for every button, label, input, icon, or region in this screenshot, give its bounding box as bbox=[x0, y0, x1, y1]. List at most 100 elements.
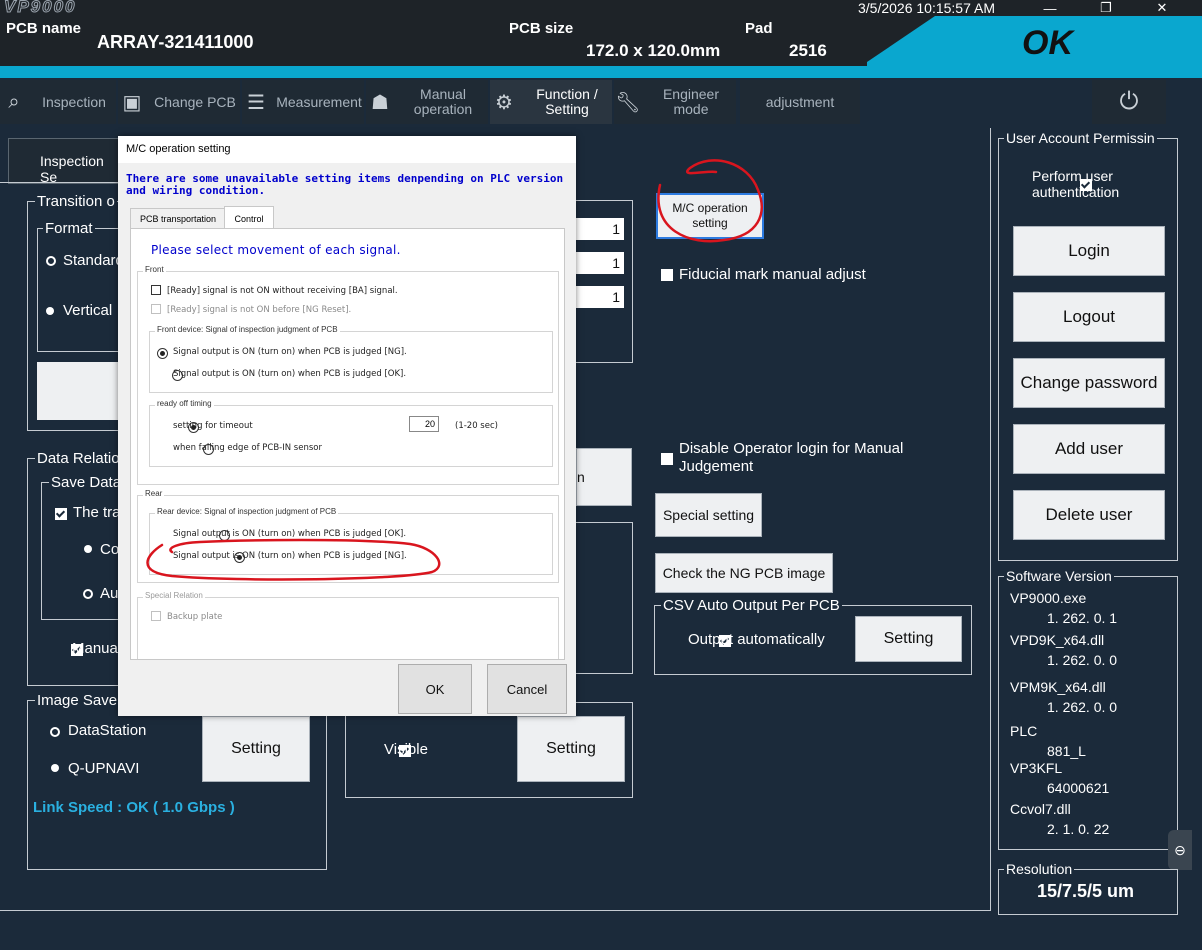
side-handle-icon[interactable]: ⊖ bbox=[1168, 830, 1192, 870]
delete-user-button[interactable]: Delete user bbox=[1013, 490, 1165, 540]
software-version-legend: Software Version bbox=[1004, 568, 1114, 584]
version-name: VP9000.exe bbox=[1010, 590, 1087, 606]
button-label: n bbox=[577, 469, 585, 485]
nav-measurement[interactable]: ☰ Measurement bbox=[242, 80, 364, 124]
timeout-input[interactable]: 20 bbox=[409, 416, 439, 432]
rear-device-label: Rear device: Signal of inspection judgme… bbox=[155, 507, 339, 516]
control-tab-panel: Please select movement of each signal. F… bbox=[130, 228, 565, 660]
pcb-size-value: 172.0 x 120.0mm bbox=[586, 41, 721, 60]
resolution-legend: Resolution bbox=[1004, 861, 1075, 877]
nav-label: Measurement bbox=[276, 93, 362, 110]
rear-device-group bbox=[149, 513, 553, 575]
data-relation-legend: Data Relatio bbox=[35, 450, 122, 467]
manual-label: Manua bbox=[72, 640, 118, 657]
nav-adjustment[interactable]: adjustment bbox=[740, 80, 860, 124]
nav-label: Engineer mode bbox=[662, 86, 720, 117]
gear-icon: ⚙ bbox=[495, 91, 513, 114]
version-value: 1. 262. 0. 1 bbox=[1047, 610, 1118, 626]
au-radio[interactable] bbox=[83, 589, 93, 599]
co-radio[interactable] bbox=[84, 545, 92, 553]
person-icon: ☗ bbox=[371, 91, 389, 114]
fiducial-checkbox[interactable] bbox=[661, 269, 673, 281]
version-value: 2. 1. 0. 22 bbox=[1047, 821, 1110, 837]
front-label: Front bbox=[143, 265, 166, 274]
power-button[interactable]: ⏻ bbox=[1092, 80, 1166, 124]
timeout-range: (1-20 sec) bbox=[455, 421, 498, 431]
csv-setting-button[interactable]: Setting bbox=[855, 616, 962, 662]
backup-plate-checkbox[interactable] bbox=[151, 611, 161, 621]
dialog-cancel-button[interactable]: Cancel bbox=[487, 664, 567, 714]
tab-pcb-transportation[interactable]: PCB transportation bbox=[130, 208, 226, 229]
image-save-setting-button[interactable]: Setting bbox=[202, 716, 310, 782]
image-save-legend: Image Save bbox=[35, 692, 120, 709]
visible-setting-button[interactable]: Setting bbox=[517, 716, 625, 782]
tab-label: Inspection Se bbox=[40, 153, 104, 185]
search-icon: ⌕ bbox=[8, 90, 20, 113]
rear-ok-label: Signal output is ON (turn on) when PCB i… bbox=[173, 529, 407, 539]
close-button[interactable]: ✕ bbox=[1138, 0, 1186, 16]
format-vertical-label: Vertical bbox=[63, 302, 113, 319]
logout-button[interactable]: Logout bbox=[1013, 292, 1165, 342]
mc-operation-setting-button[interactable]: M/C operation setting bbox=[656, 193, 764, 239]
format-legend: Format bbox=[43, 220, 95, 237]
front-ready-ba-label: [Ready] signal is not ON without receivi… bbox=[167, 286, 398, 296]
nav-function-setting[interactable]: ⚙ Function / Setting bbox=[490, 80, 612, 124]
nav-manual-operation[interactable]: ☗ Manual operation bbox=[366, 80, 488, 124]
rear-label: Rear bbox=[143, 489, 165, 498]
front-device-label: Front device: Signal of inspection judgm… bbox=[155, 325, 340, 334]
maximize-button[interactable]: ❐ bbox=[1082, 0, 1130, 16]
front-ng-radio[interactable] bbox=[157, 348, 168, 359]
tab-control[interactable]: Control bbox=[224, 206, 274, 230]
timeout-label: setting for timeout bbox=[173, 421, 253, 431]
version-name: VPD9K_x64.dll bbox=[1010, 632, 1105, 648]
change-password-button[interactable]: Change password bbox=[1013, 358, 1165, 408]
middle-panel-mid bbox=[576, 522, 633, 674]
disable-operator-checkbox[interactable] bbox=[661, 453, 673, 465]
version-value: 1. 262. 0. 0 bbox=[1047, 699, 1118, 715]
nav-change-pcb[interactable]: ▣ Change PCB bbox=[118, 80, 240, 124]
transition-legend: Transition o bbox=[35, 193, 117, 210]
dialog-ok-button[interactable]: OK bbox=[398, 664, 472, 714]
front-ng-label: Signal output is ON (turn on) when PCB i… bbox=[173, 347, 407, 357]
the-tra-label: The tra bbox=[73, 504, 121, 521]
version-value: 1. 262. 0. 0 bbox=[1047, 652, 1118, 668]
transition-button[interactable] bbox=[37, 362, 119, 420]
format-standard-radio[interactable] bbox=[46, 256, 56, 266]
pcb-name-label: PCB name bbox=[6, 20, 82, 37]
add-user-button[interactable]: Add user bbox=[1013, 424, 1165, 474]
rear-ng-label: Signal output is ON (turn on) when PCB i… bbox=[173, 551, 407, 561]
power-icon: ⏻ bbox=[1119, 88, 1139, 115]
tab-inspection-setting[interactable]: Inspection Se bbox=[8, 138, 122, 185]
front-ready-ba-checkbox[interactable] bbox=[151, 285, 161, 295]
format-vertical-radio[interactable] bbox=[46, 307, 54, 315]
front-ready-ng-checkbox[interactable] bbox=[151, 304, 161, 314]
special-relation-label: Special Relation bbox=[143, 591, 205, 600]
special-setting-button[interactable]: Special setting bbox=[655, 493, 762, 537]
number-field-2[interactable]: 1 bbox=[576, 252, 624, 274]
login-button[interactable]: Login bbox=[1013, 226, 1165, 276]
dialog-title: M/C operation setting bbox=[118, 136, 576, 163]
the-tra-checkbox[interactable] bbox=[55, 508, 67, 520]
datastation-radio[interactable] bbox=[50, 727, 60, 737]
document-icon: ☰ bbox=[247, 91, 265, 114]
front-device-group bbox=[149, 331, 553, 393]
minimize-button[interactable]: — bbox=[1026, 0, 1074, 16]
select-title: Please select movement of each signal. bbox=[151, 243, 401, 257]
output-automatically-label: Output automatically bbox=[688, 631, 825, 648]
perform-auth-label: Perform user authentication bbox=[1032, 168, 1120, 200]
nav-engineer-mode[interactable]: 🔧︎ Engineer mode bbox=[614, 80, 736, 124]
middle-setting-button[interactable]: n bbox=[576, 448, 632, 506]
number-field-1[interactable]: 1 bbox=[576, 218, 624, 240]
check-ng-pcb-image-button[interactable]: Check the NG PCB image bbox=[655, 553, 833, 593]
pcb-size-label: PCB size bbox=[509, 20, 574, 37]
nav-inspection[interactable]: ⌕ Inspection bbox=[0, 80, 116, 124]
q-upnavi-radio[interactable] bbox=[51, 764, 59, 772]
datetime: 3/5/2026 10:15:57 AM bbox=[858, 0, 995, 16]
nav-label: Function / Setting bbox=[536, 86, 598, 117]
version-name: VP3KFL bbox=[1010, 760, 1063, 776]
nav-label: Change PCB bbox=[154, 93, 236, 110]
version-name: VPM9K_x64.dll bbox=[1010, 679, 1106, 695]
number-field-3[interactable]: 1 bbox=[576, 286, 624, 308]
result-text: OK bbox=[1022, 24, 1073, 62]
version-name: PLC bbox=[1010, 723, 1038, 739]
